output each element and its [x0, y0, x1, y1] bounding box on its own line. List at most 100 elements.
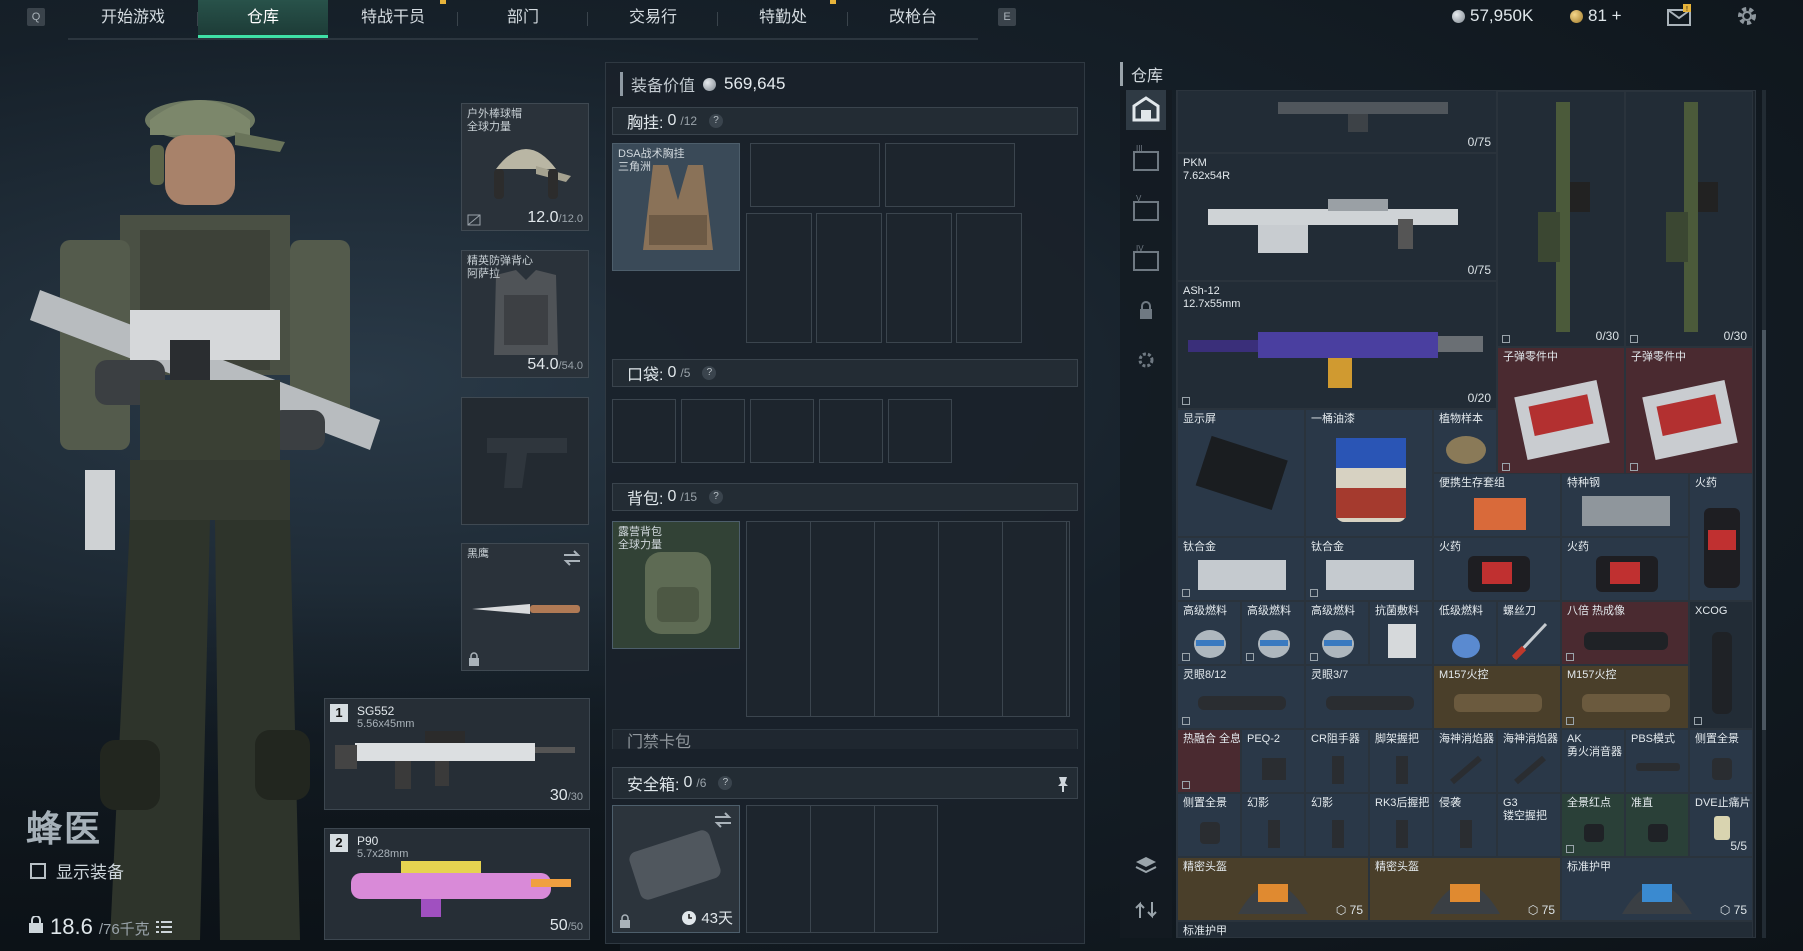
chest-grid-cell[interactable]: [750, 143, 880, 207]
pin-icon[interactable]: [1057, 776, 1069, 792]
warehouse-item-paint-bucket[interactable]: 一桶油漆: [1305, 409, 1433, 537]
melee-slot[interactable]: 黑鹰: [461, 543, 589, 671]
warehouse-item-raid-grip[interactable]: 侵袭: [1433, 793, 1497, 857]
warehouse-item-precision-helmet[interactable]: 精密头盔 ⬡ 75: [1177, 857, 1369, 921]
gold-currency[interactable]: 81 +: [1570, 6, 1622, 26]
primary-weapon-slot[interactable]: 1 SG552 5.56x45mm 30/30: [324, 698, 590, 810]
warehouse-item-fuel[interactable]: 高级燃料: [1241, 601, 1305, 665]
warehouse-item-titanium[interactable]: 钛合金: [1177, 537, 1305, 601]
warehouse-item-hand-stop[interactable]: CR阻手器: [1305, 729, 1369, 793]
warehouse-item-survival-kit[interactable]: 便携生存套组: [1433, 473, 1561, 537]
warehouse-tab-5[interactable]: V: [1126, 190, 1166, 230]
warehouse-item-gunpowder[interactable]: 火药: [1561, 537, 1689, 601]
sort-button[interactable]: [1126, 890, 1166, 930]
warehouse-item-collimator[interactable]: 准直: [1625, 793, 1689, 857]
warehouse-item-flash-hider[interactable]: 海神消焰器: [1497, 729, 1561, 793]
warehouse-item-screwdriver[interactable]: 螺丝刀: [1497, 601, 1561, 665]
warehouse-tab-3[interactable]: III: [1126, 140, 1166, 180]
help-icon[interactable]: ?: [718, 776, 733, 790]
mail-icon[interactable]: !: [1667, 4, 1693, 28]
settings-gear-icon[interactable]: [1734, 4, 1760, 28]
tab-trading[interactable]: 交易行: [588, 0, 718, 38]
warehouse-settings-button[interactable]: [1126, 340, 1166, 380]
tab-start-game[interactable]: 开始游戏: [68, 0, 198, 38]
warehouse-item-holo-sight[interactable]: 热融合 全息: [1177, 729, 1241, 793]
tab-operators[interactable]: 特战干员: [328, 0, 458, 38]
warehouse-item[interactable]: 0/75: [1177, 91, 1497, 153]
pocket-slot[interactable]: [750, 399, 814, 463]
tab-department[interactable]: 部门: [458, 0, 588, 38]
warehouse-item-plant-sample[interactable]: 植物样本: [1433, 409, 1497, 473]
warehouse-tab-4[interactable]: IV: [1126, 240, 1166, 280]
warehouse-item-red-dot[interactable]: 全景红点: [1561, 793, 1625, 857]
help-icon[interactable]: ?: [709, 490, 724, 504]
list-icon[interactable]: [155, 920, 172, 934]
warehouse-item-fire-control[interactable]: M157火控: [1561, 665, 1689, 729]
warehouse-locked-tab[interactable]: [1126, 290, 1166, 330]
warehouse-item-side-sight[interactable]: 侧置全景: [1177, 793, 1241, 857]
warehouse-item-scope[interactable]: 灵眼8/12: [1177, 665, 1305, 729]
warehouse-item-phantom-grip[interactable]: 幻影: [1241, 793, 1305, 857]
warehouse-item-phantom-grip[interactable]: 幻影: [1305, 793, 1369, 857]
tab-warehouse[interactable]: 仓库: [198, 0, 328, 38]
warehouse-item-titanium[interactable]: 钛合金: [1305, 537, 1433, 601]
show-equipment-toggle[interactable]: 显示装备: [30, 858, 124, 883]
warehouse-item-ammo-parts[interactable]: 子弹零件中: [1497, 347, 1625, 475]
chest-grid-cell[interactable]: [886, 213, 952, 343]
warehouse-item-rk3-grip[interactable]: RK3后握把: [1369, 793, 1433, 857]
warehouse-item-flash-hider[interactable]: 海神消焰器: [1433, 729, 1497, 793]
safebox-grid[interactable]: [746, 805, 938, 933]
chest-grid-cell[interactable]: [956, 213, 1022, 343]
help-icon[interactable]: ?: [709, 114, 724, 128]
pocket-slot[interactable]: [612, 399, 676, 463]
warehouse-item-scope[interactable]: 灵眼3/7: [1305, 665, 1433, 729]
warehouse-item-vertical-rifle[interactable]: 0/30: [1625, 91, 1753, 347]
warehouse-item-ammo-parts[interactable]: 子弹零件中: [1625, 347, 1753, 475]
warehouse-home-button[interactable]: [1126, 90, 1166, 130]
warehouse-item-fire-control[interactable]: M157火控: [1433, 665, 1561, 729]
pocket-slot[interactable]: [681, 399, 745, 463]
warehouse-item-thermal-scope[interactable]: 八倍 热成像: [1561, 601, 1689, 665]
help-icon[interactable]: ?: [702, 366, 717, 380]
warehouse-item-display[interactable]: 显示屏: [1177, 409, 1305, 537]
scroll-thumb[interactable]: [1762, 330, 1766, 730]
warehouse-item-xcog[interactable]: XCOG: [1689, 601, 1753, 729]
warehouse-item-bandage[interactable]: 抗菌敷料: [1369, 601, 1433, 665]
warehouse-item-gunpowder[interactable]: 火药: [1433, 537, 1561, 601]
swap-icon[interactable]: [562, 550, 582, 566]
warehouse-item-special-steel[interactable]: 特种钢: [1561, 473, 1689, 537]
warehouse-item-precision-helmet[interactable]: 精密头盔 ⬡ 75: [1369, 857, 1561, 921]
pistol-slot[interactable]: [461, 397, 589, 525]
show-equipment-checkbox[interactable]: [30, 862, 46, 879]
secondary-weapon-slot[interactable]: 2 P90 5.7x28mm 50/50: [324, 828, 590, 940]
warehouse-item-gunpowder[interactable]: 火药: [1689, 473, 1753, 601]
pocket-slot[interactable]: [819, 399, 883, 463]
tab-gunsmith[interactable]: 改枪台: [848, 0, 978, 38]
backpack-slot[interactable]: 露营背包 全球力量: [612, 521, 740, 649]
warehouse-item-painkiller[interactable]: DVE止痛片 5/5: [1689, 793, 1753, 857]
swap-icon[interactable]: [713, 812, 733, 828]
warehouse-item-vertical-rifle[interactable]: 0/30: [1497, 91, 1625, 347]
chest-rig-slot[interactable]: DSA战术胸挂 三角洲: [612, 143, 740, 271]
chest-grid-cell[interactable]: [885, 143, 1015, 207]
warehouse-item-peq2[interactable]: PEQ-2: [1241, 729, 1305, 793]
warehouse-item-standard-armor[interactable]: 标准护甲: [1177, 921, 1753, 937]
helmet-slot[interactable]: 户外棒球帽 全球力量 12.0/12.0: [461, 103, 589, 231]
layers-button[interactable]: [1126, 845, 1166, 885]
chest-grid-cell[interactable]: [746, 213, 812, 343]
chest-grid-cell[interactable]: [816, 213, 882, 343]
warehouse-item-fuel[interactable]: 高级燃料: [1177, 601, 1241, 665]
safebox-slot[interactable]: 43天: [612, 805, 740, 933]
warehouse-item-low-fuel[interactable]: 低级燃料: [1433, 601, 1497, 665]
backpack-grid[interactable]: [746, 521, 1070, 717]
warehouse-item-ak-suppressor[interactable]: AK 勇火消音器: [1561, 729, 1625, 793]
warehouse-item-standard-armor[interactable]: 标准护甲 ⬡ 75: [1561, 857, 1753, 921]
tab-special-ops[interactable]: 特勤处: [718, 0, 848, 38]
armor-slot[interactable]: 精英防弹背心 阿萨拉 54.0/54.0: [461, 250, 589, 378]
warehouse-item-g3-grip[interactable]: G3 镂空握把: [1497, 793, 1561, 857]
warehouse-item-fuel[interactable]: 高级燃料: [1305, 601, 1369, 665]
warehouse-item-bipod-grip[interactable]: 脚架握把: [1369, 729, 1433, 793]
pocket-slot[interactable]: [888, 399, 952, 463]
warehouse-item-side-sight[interactable]: 侧置全景: [1689, 729, 1753, 793]
warehouse-item-ash12[interactable]: ASh-12 12.7x55mm 0/20: [1177, 281, 1497, 409]
